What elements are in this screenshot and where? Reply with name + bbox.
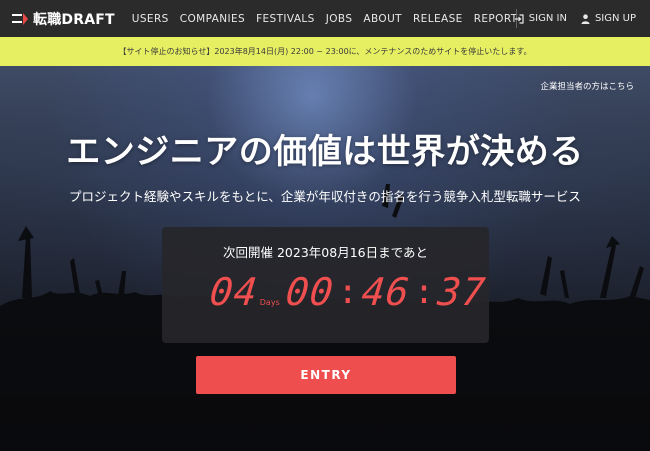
top-navigation: 転職DRAFT USERS COMPANIES FESTIVALS JOBS A…	[0, 0, 650, 37]
nav-about[interactable]: ABOUT	[363, 13, 402, 25]
nav-companies[interactable]: COMPANIES	[180, 13, 245, 25]
countdown-timer: 04 Days 00 : 46 : 37	[207, 269, 489, 315]
nav-release[interactable]: RELEASE	[413, 13, 463, 25]
countdown-colon: :	[413, 272, 435, 312]
entry-button[interactable]: ENTRY	[196, 356, 456, 394]
employer-link[interactable]: 企業担当者の方はこちら	[540, 80, 634, 92]
countdown-days-unit: Days	[259, 298, 280, 307]
maintenance-notice[interactable]: 【サイト停止のお知らせ】2023年8月14日(月) 22:00 ~ 23:00に…	[0, 37, 650, 66]
draft-logo-mark	[12, 12, 28, 25]
countdown-colon: :	[337, 272, 358, 312]
countdown-days: 04	[207, 270, 261, 314]
logo-jp: 転職	[33, 11, 62, 28]
main-nav: USERS COMPANIES FESTIVALS JOBS ABOUT REL…	[121, 13, 518, 25]
auth-links: SIGN IN SIGN UP	[500, 0, 636, 37]
sign-up-label: SIGN UP	[594, 13, 636, 24]
countdown-seconds: 37	[435, 270, 489, 314]
site-logo[interactable]: 転職DRAFT	[12, 9, 115, 29]
user-icon	[581, 13, 590, 24]
countdown-panel: 次回開催 2023年08月16日まであと 04 Days 00 : 46 : 3…	[162, 227, 489, 343]
hero-section: 企業担当者の方はこちら エンジニアの価値は世界が決める プロジェクト経験やスキル…	[0, 66, 650, 451]
nav-users[interactable]: USERS	[132, 13, 169, 25]
countdown-hours: 00	[283, 270, 336, 314]
hero-headline: エンジニアの価値は世界が決める	[66, 132, 584, 172]
sign-in-link[interactable]: SIGN IN	[514, 13, 567, 24]
sign-in-label: SIGN IN	[528, 13, 567, 24]
countdown-label: 次回開催 2023年08月16日まであと	[223, 245, 428, 260]
countdown-minutes: 46	[359, 270, 413, 314]
logo-text: 転職DRAFT	[33, 9, 115, 29]
notice-text: 【サイト停止のお知らせ】2023年8月14日(月) 22:00 ~ 23:00に…	[118, 47, 532, 56]
logo-en: DRAFT	[61, 11, 115, 28]
sign-in-icon	[514, 13, 524, 24]
nav-jobs[interactable]: JOBS	[326, 13, 353, 25]
hero-subhead: プロジェクト経験やスキルをもとに、企業が年収付きの指名を行う競争入札型転職サービ…	[69, 189, 581, 204]
nav-festivals[interactable]: FESTIVALS	[256, 13, 315, 25]
sign-up-link[interactable]: SIGN UP	[581, 13, 636, 24]
